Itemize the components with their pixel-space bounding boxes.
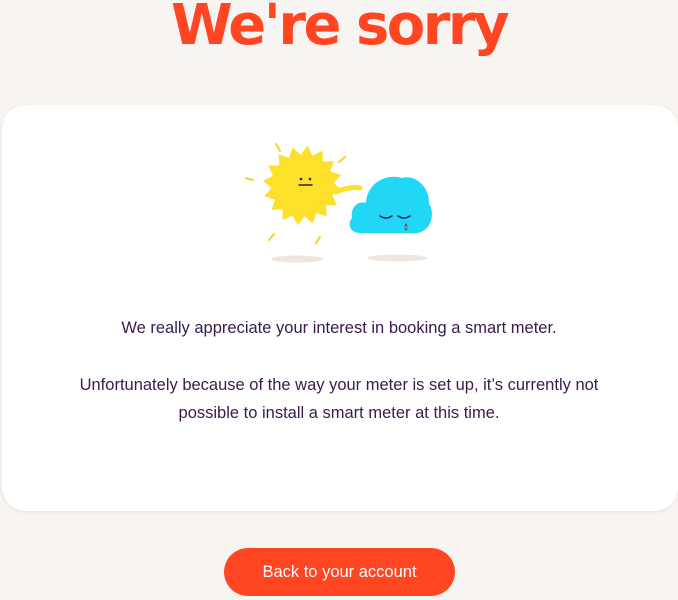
unavailable-message: Unfortunately because of the way your me… [79, 376, 599, 422]
cloud-shadow [367, 254, 427, 262]
sad-weather-illustration [245, 143, 432, 263]
back-to-account-button[interactable]: Back to your account [224, 548, 455, 596]
page-title: We're sorry [170, 0, 510, 58]
appreciation-message: We really appreciate your interest in bo… [121, 319, 557, 337]
sun-shadow [271, 255, 323, 263]
crying-cloud-icon [349, 176, 432, 234]
